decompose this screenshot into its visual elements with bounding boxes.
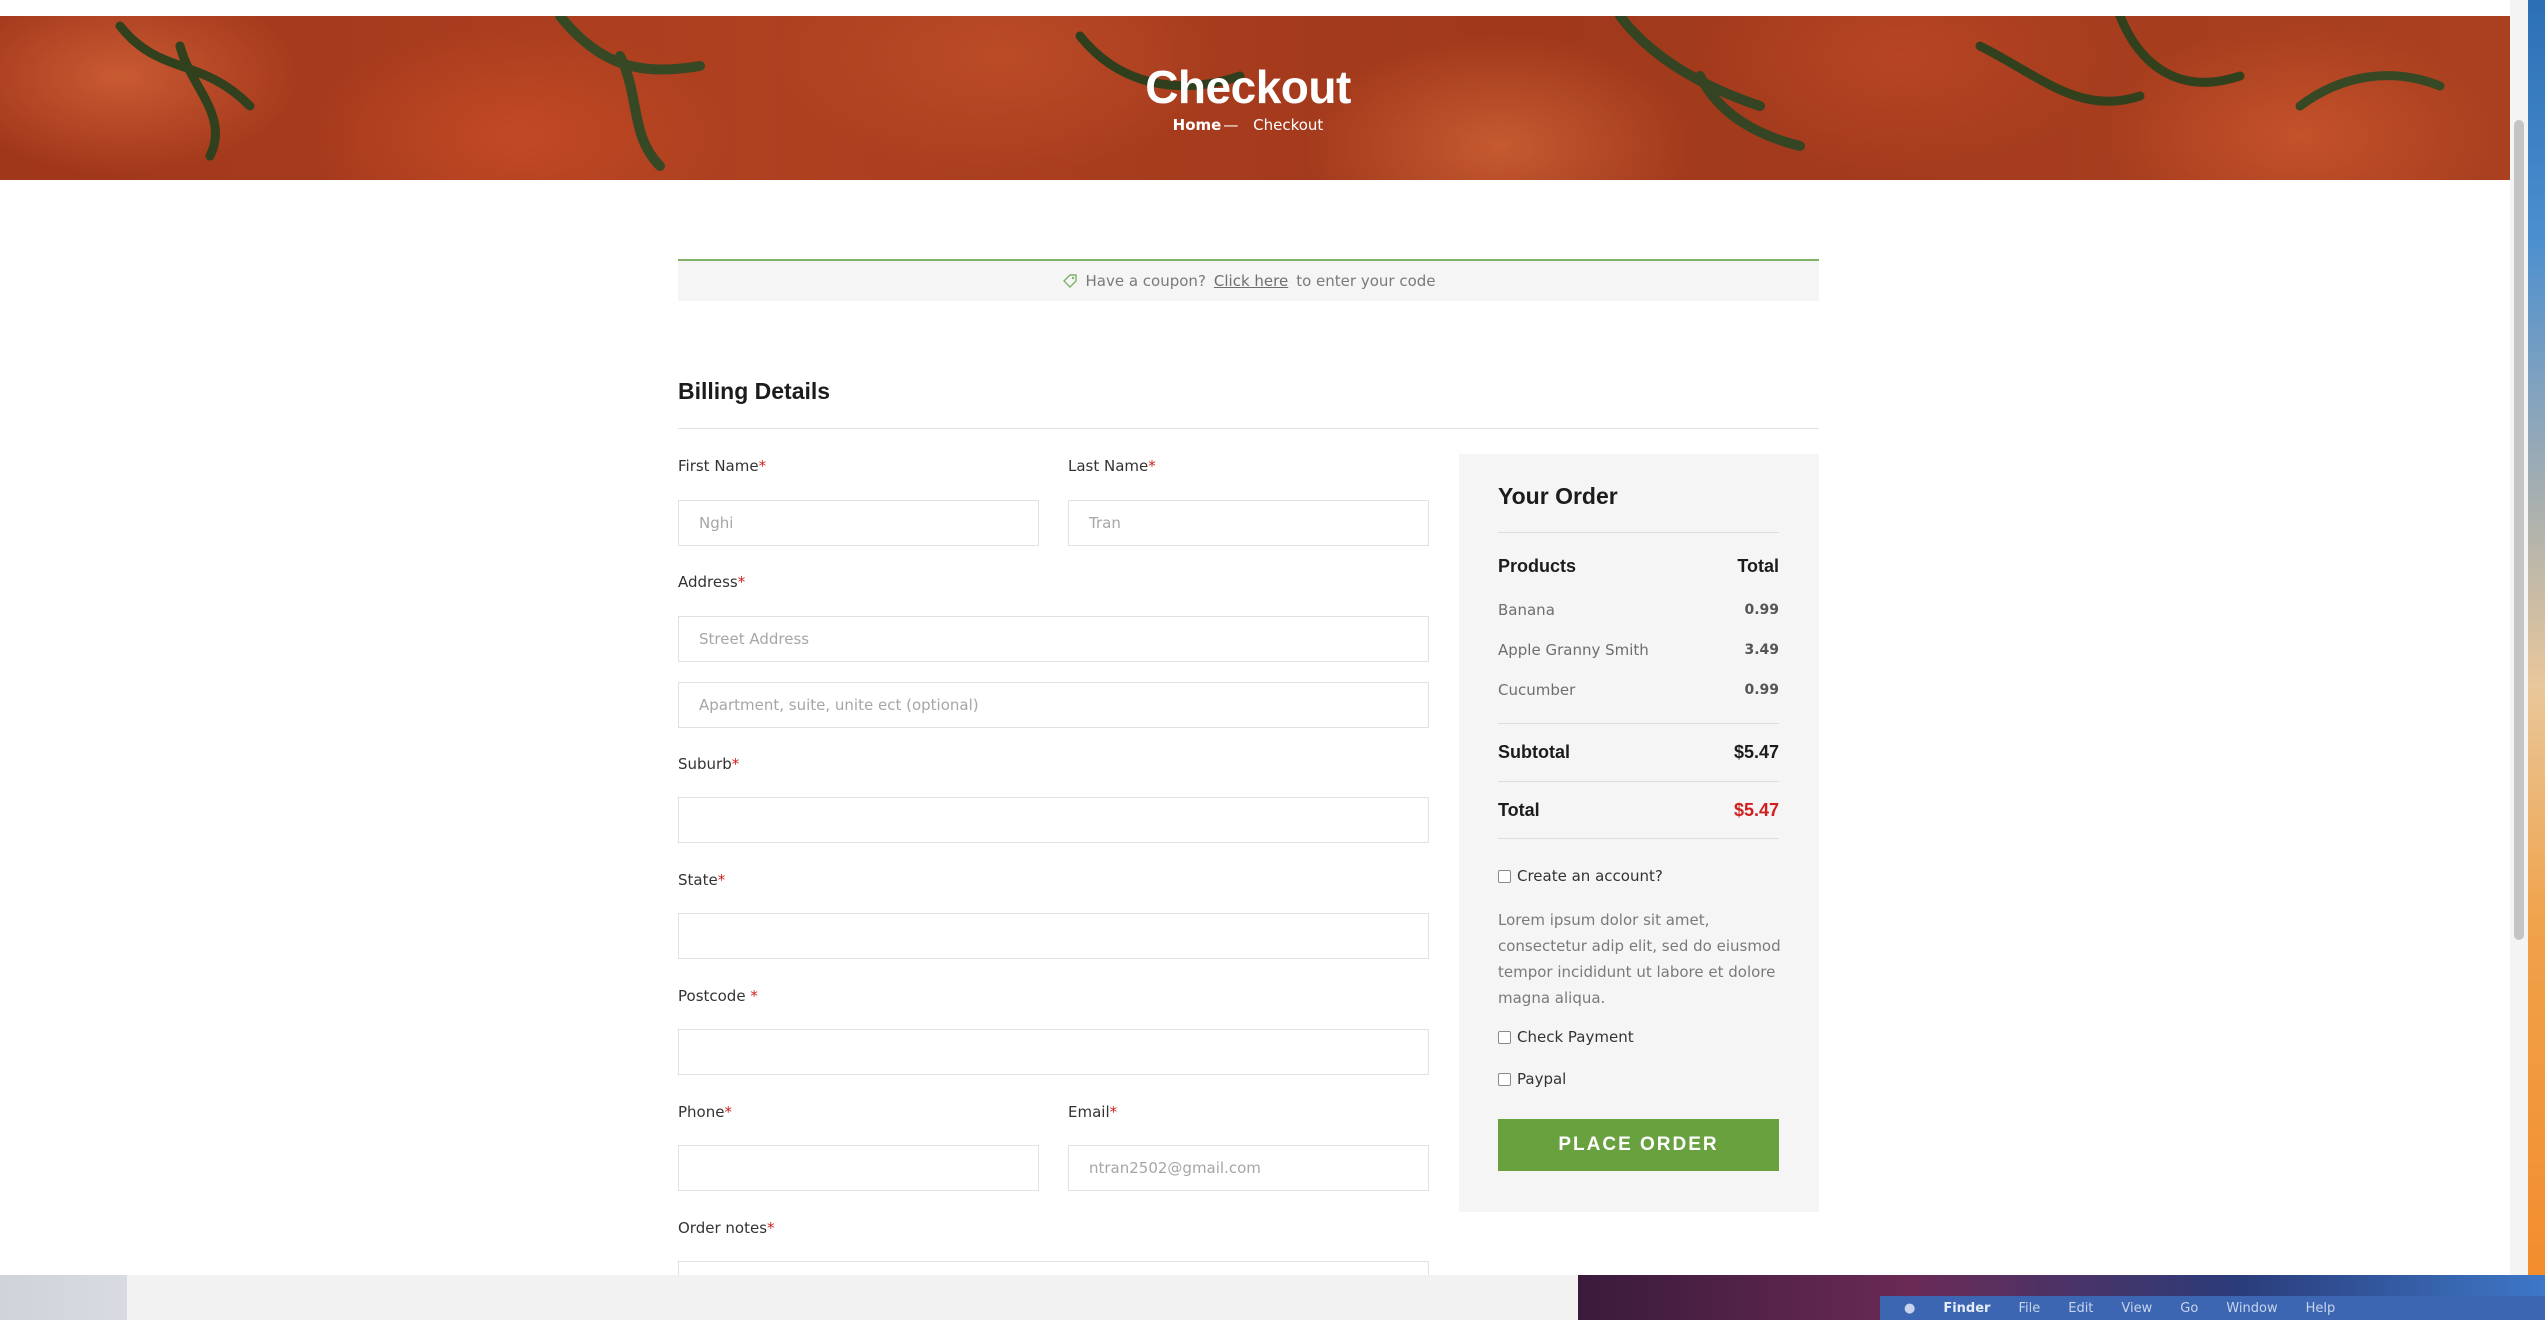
billing-details-heading: Billing Details [678,378,831,404]
email-input[interactable] [1068,1145,1429,1191]
menubar-edit[interactable]: Edit [2068,1301,2093,1316]
macos-menubar: ● Finder File Edit View Go Window Help [1880,1296,2545,1320]
menubar-help[interactable]: Help [2306,1301,2336,1316]
subtotal-label: Subtotal [1498,742,1570,762]
create-account-label: Create an account? [1517,867,1663,885]
total-header: Total [1737,556,1779,576]
products-header: Products [1498,556,1577,576]
check-payment-checkbox[interactable] [1498,1030,1511,1044]
postcode-input[interactable] [678,1029,1429,1075]
order-item-price: 3.49 [1744,642,1779,658]
apple-icon[interactable]: ● [1904,1301,1915,1316]
menubar-go[interactable]: Go [2180,1301,2198,1316]
page-title: Checkout [1145,61,1351,113]
required-mark: * [737,573,746,591]
address-label-text: Address [678,573,738,591]
total-value: $5.47 [1733,800,1779,820]
email-label-text: Email [1068,1103,1110,1121]
apartment-input[interactable] [678,682,1429,728]
last-name-label-text: Last Name [1068,457,1149,475]
coupon-notice: Have a coupon? Click here to enter your … [678,259,1819,301]
subtotal-value: $5.47 [1733,742,1779,762]
total-row: Total $5.47 [1498,800,1779,821]
create-account-checkbox[interactable] [1498,869,1511,883]
menubar-app-name[interactable]: Finder [1943,1301,1990,1316]
place-order-button[interactable]: PLACE ORDER [1498,1119,1779,1171]
page-hero-banner: Checkout Home — Checkout [0,16,2510,180]
menubar-view[interactable]: View [2121,1301,2152,1316]
page-scrollbar-thumb[interactable] [2514,120,2524,940]
payment-description: Lorem ipsum dolor sit amet, consectetur … [1498,911,1781,1007]
phone-label: Phone* [678,1103,732,1121]
street-address-input[interactable] [678,616,1429,662]
suburb-input[interactable] [678,797,1429,843]
total-label: Total [1498,800,1540,820]
phone-input[interactable] [678,1145,1039,1191]
order-notes-label: Order notes* [678,1219,775,1237]
state-label-text: State [678,871,718,889]
breadcrumb-current: Checkout [1253,116,1324,134]
order-divider [1498,838,1779,839]
breadcrumb-home-link[interactable]: Home [1173,116,1222,134]
check-payment-option[interactable]: Check Payment [1498,1028,1634,1046]
required-mark: * [750,987,758,1005]
paypal-label: Paypal [1517,1070,1567,1088]
postcode-label-text: Postcode [678,987,751,1005]
order-divider [1498,781,1779,782]
coupon-click-here-link[interactable]: Click here [1214,272,1288,290]
menubar-file[interactable]: File [2018,1301,2040,1316]
email-label: Email* [1068,1103,1117,1121]
your-order-heading: Your Order [1498,483,1618,509]
last-name-input[interactable] [1068,500,1429,546]
required-mark: * [1109,1103,1118,1121]
order-item-price: 0.99 [1744,602,1779,618]
breadcrumb: Home — Checkout [0,116,2496,134]
required-mark: * [717,871,726,889]
required-mark: * [767,1219,775,1237]
required-mark: * [758,457,767,475]
state-label: State* [678,871,725,889]
order-item-price: 0.99 [1744,682,1779,698]
order-item: Banana 0.99 [1498,601,1779,619]
order-notes-textarea[interactable] [678,1261,1429,1275]
paypal-checkbox[interactable] [1498,1072,1511,1086]
postcode-label: Postcode * [678,987,758,1005]
menubar-window[interactable]: Window [2226,1301,2277,1316]
order-item-name: Cucumber [1498,681,1576,699]
suburb-label-text: Suburb [678,755,732,773]
order-item: Cucumber 0.99 [1498,681,1779,699]
first-name-label: First Name* [678,457,766,475]
first-name-label-text: First Name [678,457,759,475]
phone-label-text: Phone [678,1103,725,1121]
subtotal-row: Subtotal $5.47 [1498,742,1779,763]
order-item-name: Apple Granny Smith [1498,641,1649,659]
order-divider [1498,532,1779,533]
coupon-prefix: Have a coupon? [1085,272,1206,290]
required-mark: * [724,1103,732,1121]
required-mark: * [731,755,740,773]
last-name-label: Last Name* [1068,457,1156,475]
breadcrumb-separator: — [1223,116,1239,134]
billing-divider [678,428,1819,429]
create-account-option[interactable]: Create an account? [1498,867,1663,885]
check-payment-label: Check Payment [1517,1028,1634,1046]
order-item: Apple Granny Smith 3.49 [1498,641,1779,659]
tag-icon [1062,274,1077,288]
order-divider [1498,723,1779,724]
order-notes-label-text: Order notes [678,1219,768,1237]
state-input[interactable] [678,913,1429,959]
order-table-header: Products Total [1498,556,1779,577]
coupon-suffix: to enter your code [1296,272,1436,290]
address-label: Address* [678,573,745,591]
suburb-label: Suburb* [678,755,739,773]
paypal-option[interactable]: Paypal [1498,1070,1566,1088]
browser-window: Checkout Home — Checkout Have a coupon? C… [0,0,2510,1275]
required-mark: * [1148,457,1156,475]
order-item-name: Banana [1498,601,1555,619]
first-name-input[interactable] [678,500,1039,546]
